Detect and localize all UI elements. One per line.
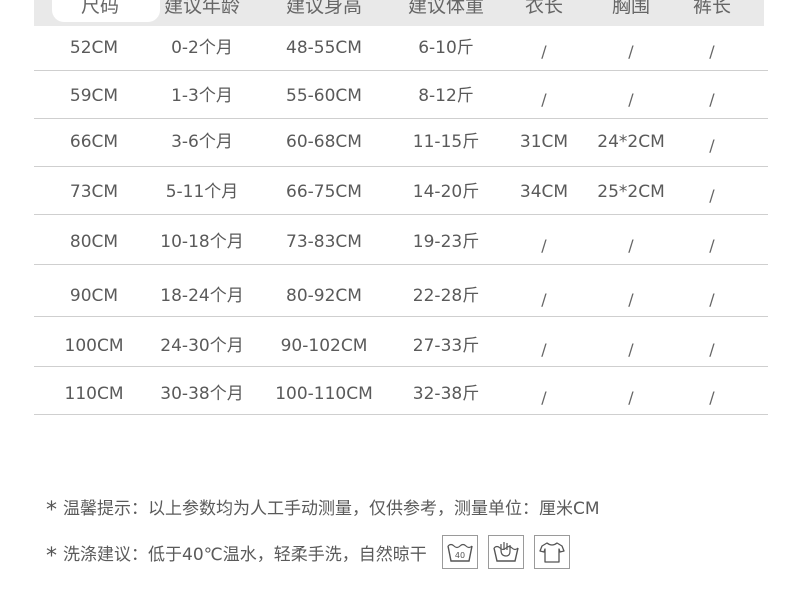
cell-pants: / <box>709 388 715 407</box>
table-row: 90CM 18-24个月 80-92CM 22-28斤 / / / <box>34 268 768 317</box>
cell-height: 55-60CM <box>286 86 362 106</box>
wash-note: * 洗涤建议：低于40℃温水，轻柔手洗，自然晾干 <box>46 540 427 569</box>
table-row: 73CM 5-11个月 66-75CM 14-20斤 34CM 25*2CM / <box>34 170 768 215</box>
header-length: 衣长 <box>524 0 564 17</box>
cell-size: 66CM <box>69 132 119 152</box>
header-pants: 裤长 <box>692 0 732 17</box>
table-row: 100CM 24-30个月 90-102CM 27-33斤 / / / <box>34 320 768 367</box>
cell-height: 60-68CM <box>286 132 362 152</box>
cell-age: 1-3个月 <box>171 86 233 106</box>
header-weight: 建议体重 <box>407 0 485 17</box>
cell-chest: / <box>628 236 634 255</box>
cell-weight: 6-10斤 <box>418 38 474 58</box>
cell-length: 31CM <box>519 132 569 152</box>
table-header: 尺码 建议年龄 建议身高 建议体重 衣长 胸围 裤长 <box>34 0 764 26</box>
cell-age: 5-11个月 <box>165 182 239 202</box>
cell-age: 3-6个月 <box>171 132 233 152</box>
cell-length: 34CM <box>519 182 569 202</box>
cell-length: / <box>541 236 547 255</box>
header-size: 尺码 <box>80 0 120 17</box>
table-row: 80CM 10-18个月 73-83CM 19-23斤 / / / <box>34 218 768 265</box>
cell-age: 0-2个月 <box>171 38 233 58</box>
cell-weight: 8-12斤 <box>418 86 474 106</box>
cell-length: / <box>541 388 547 407</box>
cell-chest: 25*2CM <box>597 182 665 202</box>
cell-pants: / <box>709 340 715 359</box>
tip-note: * 温馨提示：以上参数均为人工手动测量，仅供参考，测量单位：厘米CM <box>46 494 600 523</box>
table-row: 66CM 3-6个月 60-68CM 11-15斤 31CM 24*2CM / <box>34 122 768 167</box>
size-chart-page: 尺码 建议年龄 建议身高 建议体重 衣长 胸围 裤长 52CM 0-2个月 48-5… <box>0 0 790 616</box>
wash-text: 洗涤建议：低于40℃温水，轻柔手洗，自然晾干 <box>63 545 427 565</box>
cell-size: 52CM <box>69 38 119 58</box>
cell-size: 73CM <box>69 182 119 202</box>
cell-weight: 11-15斤 <box>412 132 480 152</box>
cell-height: 100-110CM <box>275 384 373 404</box>
cell-size: 59CM <box>69 86 119 106</box>
cell-size: 100CM <box>64 336 124 356</box>
hand-wash-icon <box>488 535 524 569</box>
wash-temp-label: 40 <box>455 551 465 560</box>
table-row: 59CM 1-3个月 55-60CM 8-12斤 / / / <box>34 74 768 119</box>
cell-weight: 14-20斤 <box>412 182 480 202</box>
cell-length: / <box>541 42 547 61</box>
cell-height: 90-102CM <box>280 336 368 356</box>
cell-chest: / <box>628 290 634 309</box>
cell-weight: 32-38斤 <box>412 384 480 404</box>
table-row: 110CM 30-38个月 100-110CM 32-38斤 / / / <box>34 370 768 415</box>
cell-pants: / <box>709 42 715 61</box>
wash-star: * <box>46 543 57 569</box>
cell-age: 10-18个月 <box>160 232 244 252</box>
cell-pants: / <box>709 136 715 155</box>
cell-weight: 27-33斤 <box>412 336 480 356</box>
cell-chest: / <box>628 42 634 61</box>
cell-height: 66-75CM <box>286 182 362 202</box>
cell-height: 48-55CM <box>286 38 362 58</box>
cell-length: / <box>541 340 547 359</box>
wash-40-icon: 40 <box>442 535 478 569</box>
cell-age: 30-38个月 <box>160 384 244 404</box>
cell-age: 24-30个月 <box>160 336 244 356</box>
tip-text: 温馨提示：以上参数均为人工手动测量，仅供参考，测量单位：厘米CM <box>63 499 600 519</box>
table-row: 52CM 0-2个月 48-55CM 6-10斤 / / / <box>34 26 768 71</box>
cell-size: 110CM <box>64 384 124 404</box>
cell-weight: 22-28斤 <box>412 286 480 306</box>
header-chest: 胸围 <box>611 0 651 17</box>
cell-chest: 24*2CM <box>597 132 665 152</box>
cell-weight: 19-23斤 <box>412 232 480 252</box>
cell-height: 80-92CM <box>286 286 362 306</box>
tip-star: * <box>46 497 57 523</box>
header-age: 建议年龄 <box>163 0 241 17</box>
cell-age: 18-24个月 <box>160 286 244 306</box>
cell-size: 80CM <box>69 232 119 252</box>
cell-chest: / <box>628 388 634 407</box>
care-icons: 40 <box>442 535 570 569</box>
cell-pants: / <box>709 186 715 205</box>
cell-length: / <box>541 90 547 109</box>
header-height: 建议身高 <box>285 0 363 17</box>
cell-pants: / <box>709 90 715 109</box>
cell-chest: / <box>628 90 634 109</box>
cell-height: 73-83CM <box>286 232 362 252</box>
hang-dry-icon <box>534 535 570 569</box>
cell-pants: / <box>709 290 715 309</box>
cell-size: 90CM <box>69 286 119 306</box>
cell-chest: / <box>628 340 634 359</box>
cell-length: / <box>541 290 547 309</box>
cell-pants: / <box>709 236 715 255</box>
